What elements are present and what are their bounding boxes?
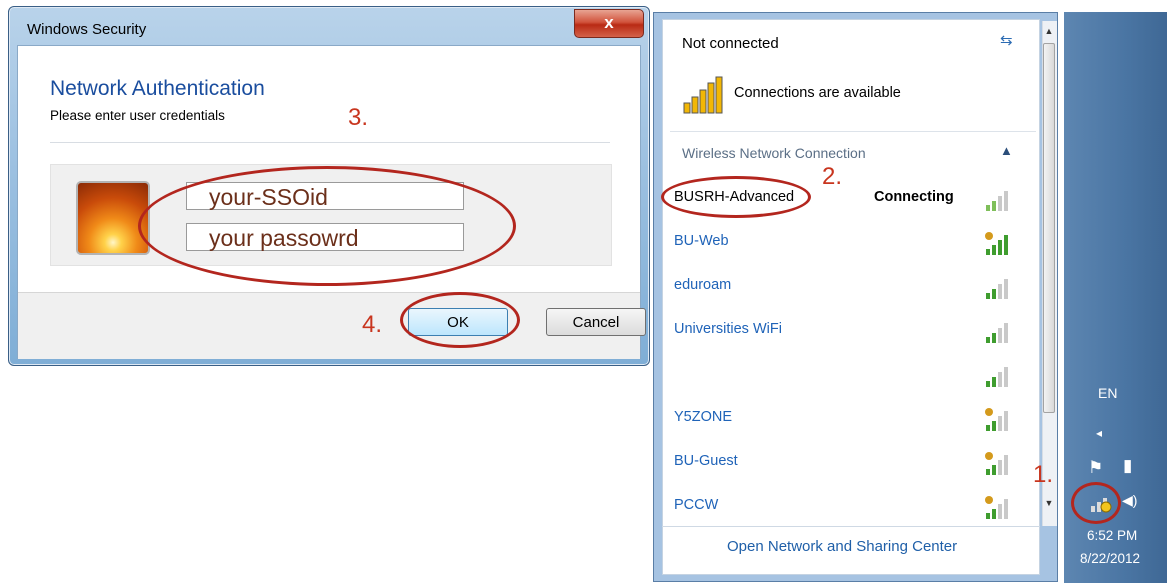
signal-bars-icon [985, 452, 1008, 475]
connection-status: Not connected [682, 35, 779, 52]
dialog-subheading: Please enter user credentials [50, 108, 225, 123]
network-name: PCCW [674, 497, 719, 513]
tray-expand-icon[interactable]: ◂ [1096, 426, 1102, 440]
annotation-ring [661, 176, 811, 218]
divider [662, 526, 1040, 527]
network-name: BU-Web [674, 233, 729, 249]
divider [670, 131, 1036, 132]
annotation-ring [400, 292, 520, 348]
network-item[interactable]: Universities WiFi [674, 321, 994, 345]
close-icon: x [604, 13, 614, 32]
network-flyout: ▲ ▼ Not connected ⇆ Connections are avai… [653, 12, 1058, 582]
signal-bars-icon [986, 323, 1008, 343]
dialog-title: Windows Security [27, 21, 147, 38]
step-4-label: 4. [362, 311, 383, 338]
network-item[interactable]: eduroam [674, 277, 994, 301]
signal-bars-icon [986, 279, 1008, 299]
signal-bars-icon [985, 232, 1008, 255]
divider [50, 142, 610, 143]
step-1-label: 1. [1033, 461, 1054, 488]
network-item[interactable] [674, 365, 994, 389]
network-item[interactable]: PCCW [674, 497, 994, 521]
network-name: eduroam [674, 277, 732, 293]
step-2-label: 2. [822, 163, 843, 190]
scroll-up-arrow[interactable]: ▲ [1043, 23, 1055, 39]
availability-text: Connections are available [734, 85, 901, 101]
battery-icon[interactable]: ▮ [1123, 456, 1132, 476]
network-name: BU-Guest [674, 453, 738, 469]
signal-bars-icon [985, 496, 1008, 519]
scrollbar-thumb[interactable] [1043, 43, 1055, 413]
network-item[interactable]: BU-Guest [674, 453, 994, 477]
section-title: Wireless Network Connection [682, 145, 866, 161]
language-indicator[interactable]: EN [1098, 385, 1117, 401]
annotation-ring [138, 166, 516, 286]
dialog-heading: Network Authentication [50, 77, 265, 100]
flag-icon[interactable]: ⚑ [1088, 458, 1103, 478]
network-name: Universities WiFi [674, 321, 782, 337]
cancel-button[interactable]: Cancel [546, 308, 646, 336]
chevron-up-icon[interactable]: ▲ [1000, 143, 1013, 158]
signal-bars-icon [986, 191, 1008, 211]
signal-bars-icon [683, 76, 723, 114]
speaker-icon[interactable]: ◀) [1122, 492, 1137, 509]
signal-bars-icon [985, 408, 1008, 431]
network-item[interactable]: Y5ZONE [674, 409, 994, 433]
close-button[interactable]: x [574, 9, 644, 38]
clock-date[interactable]: 8/22/2012 [1080, 551, 1140, 566]
scroll-down-arrow[interactable]: ▼ [1043, 495, 1055, 511]
signal-bars-icon [986, 367, 1008, 387]
annotation-ring [1071, 482, 1121, 524]
network-name: Y5ZONE [674, 409, 733, 425]
step-3-label: 3. [348, 104, 369, 131]
refresh-icon[interactable]: ⇆ [1000, 31, 1013, 49]
clock-time[interactable]: 6:52 PM [1087, 528, 1137, 543]
open-network-center-link[interactable]: Open Network and Sharing Center [727, 538, 957, 555]
network-item[interactable]: BU-Web [674, 233, 994, 257]
network-status: Connecting [874, 189, 954, 205]
